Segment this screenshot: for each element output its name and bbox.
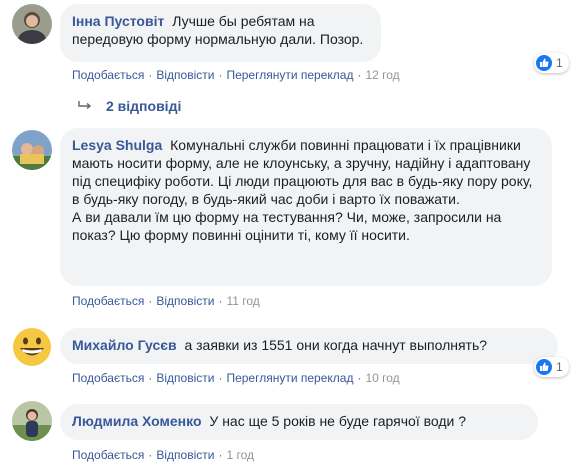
timestamp[interactable]: 10 год — [365, 371, 399, 385]
timestamp[interactable]: 12 год — [365, 68, 399, 82]
comment-actions: Подобається · Відповісти · Переглянути перек… — [72, 371, 400, 385]
comment-actions: Подобається · Відповісти · Переглянути перек… — [72, 68, 400, 82]
replies-count: 2 відповіді — [106, 98, 182, 114]
like-link[interactable]: Подобається — [72, 294, 144, 308]
reply-link[interactable]: Відповісти — [156, 371, 214, 385]
like-icon — [536, 55, 552, 71]
user-photo-icon — [12, 130, 52, 170]
avatar[interactable] — [12, 4, 52, 44]
reply-link[interactable]: Відповісти — [156, 68, 214, 82]
avatar[interactable] — [12, 401, 52, 441]
reaction-count[interactable]: 1 — [534, 53, 569, 73]
like-link[interactable]: Подобається — [72, 371, 144, 385]
user-photo-icon — [12, 401, 52, 441]
avatar[interactable] — [12, 130, 52, 170]
like-link[interactable]: Подобається — [72, 68, 144, 82]
avatar[interactable] — [12, 327, 52, 367]
comment-actions: Подобається · Відповісти · 1 год — [72, 448, 254, 462]
comment-author[interactable]: Людмила Хоменко — [72, 413, 202, 429]
reaction-count[interactable]: 1 — [534, 357, 569, 377]
comment-text: а заявки из 1551 они когда начнут выполн… — [184, 337, 488, 353]
reply-link[interactable]: Відповісти — [156, 294, 214, 308]
comment-bubble: Lesya Shulga Комунальні служби повинні п… — [60, 128, 552, 286]
reply-arrow-icon — [78, 98, 92, 114]
comment-text: У нас ще 5 років не буде гарячої води ? — [209, 413, 467, 429]
comment-bubble: Михайло Гусєв а заявки из 1551 они когда… — [60, 328, 558, 364]
comment-author[interactable]: Михайло Гусєв — [72, 337, 177, 353]
like-icon — [536, 359, 552, 375]
translate-link[interactable]: Переглянути переклад — [226, 371, 353, 385]
comment-bubble: Людмила Хоменко У нас ще 5 років не буде… — [60, 404, 538, 440]
translate-link[interactable]: Переглянути переклад — [226, 68, 353, 82]
view-replies-link[interactable]: 2 відповіді — [78, 98, 181, 114]
comment-text-continued: А ви давали їм цю форму на тестування? Ч… — [72, 209, 502, 243]
comment-bubble: Інна Пустовіт Лучше бы ребятам на передо… — [60, 4, 381, 62]
smiley-emoji-icon — [13, 328, 51, 366]
reply-link[interactable]: Відповісти — [156, 448, 214, 462]
user-photo-icon — [12, 4, 52, 44]
reaction-number: 1 — [556, 56, 563, 70]
like-link[interactable]: Подобається — [72, 448, 144, 462]
comment-author[interactable]: Lesya Shulga — [72, 137, 162, 153]
timestamp[interactable]: 1 год — [226, 448, 254, 462]
reaction-number: 1 — [556, 360, 563, 374]
comment-actions: Подобається · Відповісти · 11 год — [72, 294, 260, 308]
comment-author[interactable]: Інна Пустовіт — [72, 13, 164, 29]
timestamp[interactable]: 11 год — [226, 294, 259, 308]
